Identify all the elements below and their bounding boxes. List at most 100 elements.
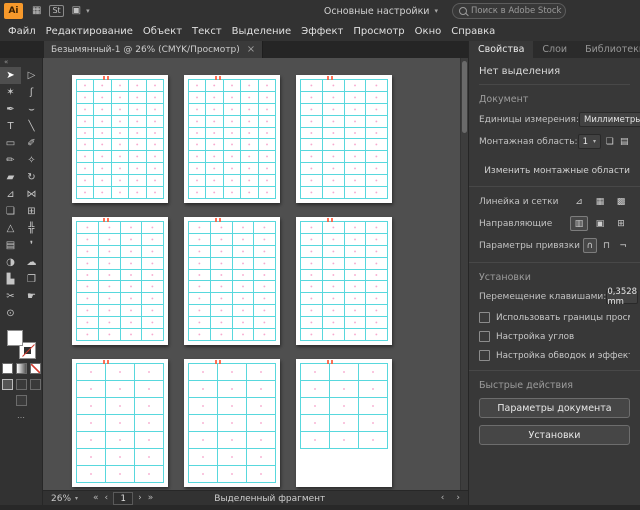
menu-view[interactable]: Просмотр xyxy=(348,26,409,37)
scroll-right-icon[interactable]: › xyxy=(453,494,463,503)
artboard-1[interactable] xyxy=(72,75,168,203)
paintbrush-tool[interactable]: ✐ xyxy=(21,135,42,152)
gradient-button[interactable] xyxy=(15,363,27,374)
units-dropdown[interactable]: Миллиметры ▾ xyxy=(578,112,640,127)
vertical-scrollbar[interactable] xyxy=(460,58,468,490)
next-artboard-button[interactable]: › xyxy=(135,494,145,503)
adobe-stock-icon[interactable]: St xyxy=(49,5,64,17)
workspace-switcher[interactable]: Основные настройки ▾ xyxy=(318,4,444,19)
menu-object[interactable]: Объект xyxy=(138,26,187,37)
eyedropper-tool[interactable]: ❜ xyxy=(21,237,42,254)
transparency-grid-icon[interactable]: ▩ xyxy=(612,194,630,209)
artboard-options-icon[interactable]: ❏ xyxy=(604,134,616,149)
show-guides-icon[interactable]: ▥ xyxy=(570,216,588,231)
canvas[interactable] xyxy=(43,58,468,490)
magic-wand-tool[interactable]: ✶ xyxy=(0,84,21,101)
menu-effect[interactable]: Эффект xyxy=(296,26,348,37)
use-preview-bounds-checkbox[interactable] xyxy=(479,312,490,323)
artboard-6[interactable] xyxy=(296,217,392,345)
perspective-grid-tool[interactable]: △ xyxy=(0,220,21,237)
pen-tool[interactable]: ✒ xyxy=(0,101,21,118)
zoom-level-dropdown[interactable]: 26% ▾ xyxy=(51,494,78,504)
arrange-documents-icon[interactable]: ▣ xyxy=(72,6,81,16)
scale-strokes-effects-checkbox[interactable] xyxy=(479,350,490,361)
draw-normal-button[interactable] xyxy=(1,379,13,390)
direct-selection-tool[interactable]: ▷ xyxy=(21,67,42,84)
snap-to-grid-icon[interactable]: ∩ xyxy=(583,238,597,253)
menu-edit[interactable]: Редактирование xyxy=(41,26,138,37)
scroll-left-icon[interactable]: ‹ xyxy=(438,494,448,503)
rectangle-tool[interactable]: ▭ xyxy=(0,135,21,152)
document-tab[interactable]: Безымянный-1 @ 26% (CMYK/Просмотр) × xyxy=(44,41,264,58)
mesh-tool[interactable]: ╬ xyxy=(21,220,42,237)
free-transform-tool[interactable]: ❏ xyxy=(0,203,21,220)
none-button[interactable] xyxy=(29,363,41,374)
menu-select[interactable]: Выделение xyxy=(227,26,297,37)
selection-tool[interactable]: ➤ xyxy=(0,67,21,84)
tab-layers[interactable]: Слои xyxy=(533,41,576,58)
artboard-8[interactable] xyxy=(184,359,280,487)
eraser-tool[interactable]: ▰ xyxy=(0,169,21,186)
fill-color-swatch[interactable] xyxy=(7,330,23,346)
collapse-panel-icon[interactable]: « xyxy=(0,58,42,67)
hand-tool[interactable]: ☛ xyxy=(21,288,42,305)
menu-help[interactable]: Справка xyxy=(446,26,500,37)
lock-guides-icon[interactable]: ▣ xyxy=(591,216,609,231)
status-display[interactable]: Выделенный фрагмент xyxy=(214,494,325,504)
menu-type[interactable]: Текст xyxy=(187,26,227,37)
artboard-7[interactable] xyxy=(72,359,168,487)
artboard-list-icon[interactable]: ▤ xyxy=(619,134,631,149)
snap-to-glyph-icon[interactable]: ¬ xyxy=(616,238,630,253)
curvature-tool[interactable]: ⌣ xyxy=(21,101,42,118)
artboard-dropdown[interactable]: 1 ▾ xyxy=(577,134,601,149)
draw-behind-button[interactable] xyxy=(15,379,27,390)
document-setup-button[interactable]: Параметры документа xyxy=(479,398,630,418)
scale-corners-checkbox[interactable] xyxy=(479,331,490,342)
artboard-9[interactable] xyxy=(296,359,392,487)
zoom-tool[interactable]: ⊙ xyxy=(0,305,21,322)
artboard-2[interactable] xyxy=(184,75,280,203)
show-rulers-icon[interactable]: ⊿ xyxy=(570,194,588,209)
pencil-tool[interactable]: ✏ xyxy=(0,152,21,169)
scrollbar-thumb[interactable] xyxy=(462,61,467,133)
slice-tool[interactable]: ✂ xyxy=(0,288,21,305)
smart-guides-icon[interactable]: ⊞ xyxy=(612,216,630,231)
home-grid-icon[interactable]: ▦ xyxy=(32,6,41,16)
width-tool[interactable]: ⋈ xyxy=(21,186,42,203)
artboard-3[interactable] xyxy=(296,75,392,203)
rotate-tool[interactable]: ↻ xyxy=(21,169,42,186)
previous-artboard-button[interactable]: ‹ xyxy=(102,494,112,503)
color-button[interactable] xyxy=(1,363,13,374)
screen-mode-button[interactable] xyxy=(15,395,27,406)
artboard-5[interactable] xyxy=(184,217,280,345)
draw-inside-button[interactable] xyxy=(29,379,41,390)
artboard-4[interactable] xyxy=(72,217,168,345)
last-artboard-button[interactable]: » xyxy=(145,494,157,503)
first-artboard-button[interactable]: « xyxy=(90,494,102,503)
type-tool[interactable]: T xyxy=(0,118,21,135)
tab-properties[interactable]: Свойства xyxy=(469,41,534,58)
preferences-button[interactable]: Установки xyxy=(479,425,630,445)
menu-window[interactable]: Окно xyxy=(410,26,447,37)
gradient-tool[interactable]: ▤ xyxy=(0,237,21,254)
show-grid-icon[interactable]: ▦ xyxy=(591,194,609,209)
keyboard-increment-field[interactable]: 0,3528 mm xyxy=(606,287,639,307)
blend-tool[interactable]: ◑ xyxy=(0,254,21,271)
menu-file[interactable]: Файл xyxy=(3,26,41,37)
snap-to-point-icon[interactable]: ⊓ xyxy=(600,238,614,253)
shaper-tool[interactable]: ✧ xyxy=(21,152,42,169)
adobe-stock-search-input[interactable]: Поиск в Adobe Stock xyxy=(452,3,566,19)
close-icon[interactable]: × xyxy=(247,44,255,55)
column-graph-tool[interactable]: ▙ xyxy=(0,271,21,288)
scale-tool[interactable]: ⊿ xyxy=(0,186,21,203)
shape-builder-tool[interactable]: ⊞ xyxy=(21,203,42,220)
toolbar-overflow-icon[interactable]: … xyxy=(0,411,42,420)
line-segment-tool[interactable]: ╲ xyxy=(21,118,42,135)
artboard-tool[interactable]: ❐ xyxy=(21,271,42,288)
edit-artboards-button[interactable]: Изменить монтажные области xyxy=(484,166,630,176)
lasso-tool[interactable]: ʃ xyxy=(21,84,42,101)
artboard-number-field[interactable]: 1 xyxy=(113,492,134,505)
artboard-cell xyxy=(94,187,111,198)
tab-libraries[interactable]: Библиотеки xyxy=(576,41,640,58)
symbol-sprayer-tool[interactable]: ☁ xyxy=(21,254,42,271)
